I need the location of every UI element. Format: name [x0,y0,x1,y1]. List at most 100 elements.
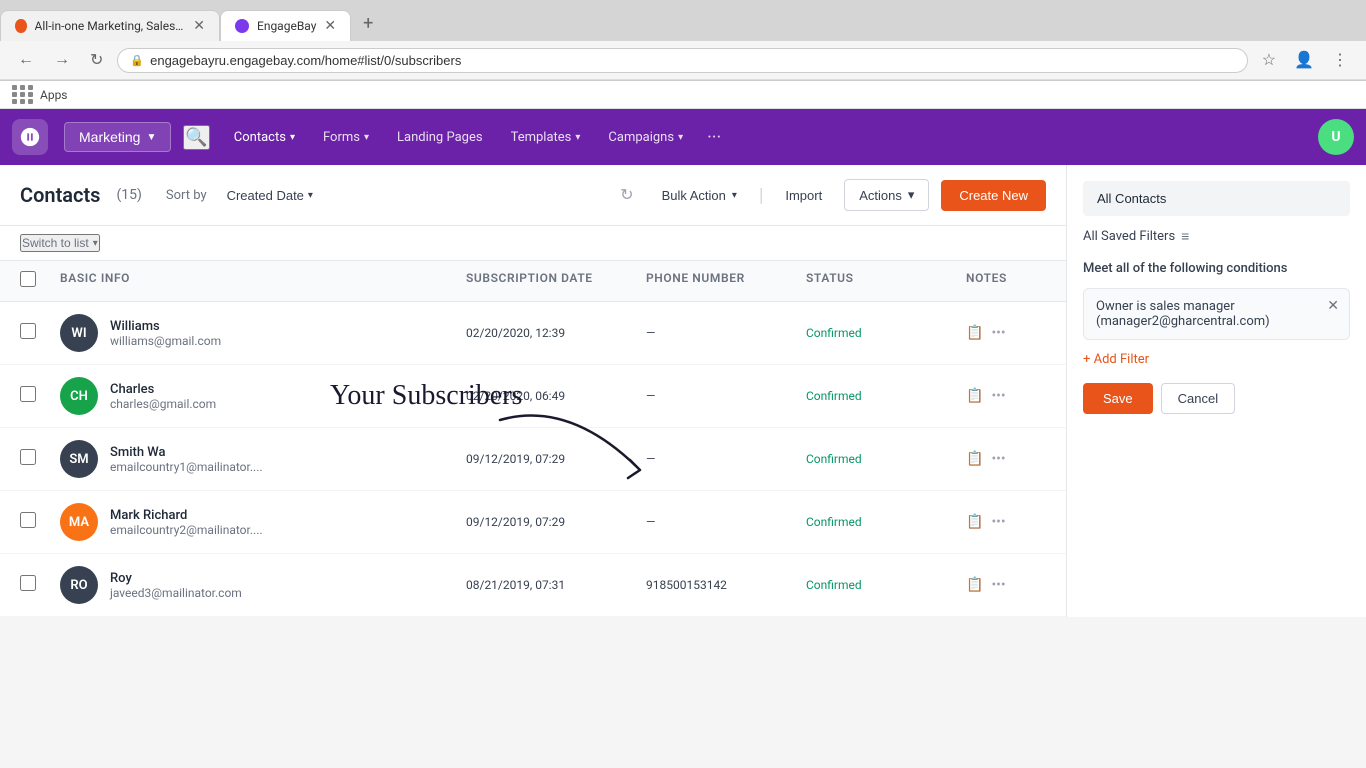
contact-info-2: SM Smith Wa emailcountry1@mailinator.... [60,440,466,478]
contact-phone-0: — [646,326,806,340]
col-basic-info: Basic Info [60,271,466,291]
save-filter-button[interactable]: Save [1083,383,1153,414]
col-phone-number: Phone Number [646,271,806,291]
back-button[interactable]: ← [12,49,40,71]
cancel-filter-button[interactable]: Cancel [1161,383,1235,414]
row-checkbox-4[interactable] [20,575,36,591]
tab-close-2[interactable]: ✕ [324,18,336,34]
nav-contacts[interactable]: Contacts ▾ [222,122,307,153]
contact-phone-4: 918500153142 [646,578,806,592]
nav-campaigns-label: Campaigns [608,130,674,145]
contact-phone-3: — [646,515,806,529]
bookmark-button[interactable]: ☆ [1256,47,1282,73]
contact-phone-1: — [646,389,806,403]
search-button[interactable]: 🔍 [183,125,209,150]
sort-date-button[interactable]: Created Date ▾ [219,184,321,207]
contact-date-3: 09/12/2019, 07:29 [466,515,646,529]
switch-chevron: ▾ [93,238,98,249]
contact-status-0: Confirmed [806,326,966,340]
contact-date-0: 02/20/2020, 12:39 [466,326,646,340]
contacts-header: Contacts (15) Sort by Created Date ▾ ↻ B… [0,165,1066,226]
contact-name-1: Charles [110,382,216,397]
apps-grid-icon [12,85,34,104]
select-all-checkbox[interactable] [20,271,36,287]
contact-notes-4: 📋 ••• [966,577,1046,593]
user-avatar[interactable]: U [1318,119,1354,155]
notes-icon-0: 📋 [966,325,983,341]
switch-bar: Switch to list ▾ [0,226,1066,261]
more-options-0[interactable]: ••• [991,325,1005,341]
row-checkbox-2[interactable] [20,449,36,465]
conditions-text: Meet all of the following conditions [1083,261,1350,276]
contact-info-4: RO Roy javeed3@mailinator.com [60,566,466,604]
table-body: WI Williams williams@gmail.com 02/20/202… [0,302,1066,617]
filter-close-button[interactable]: ✕ [1327,297,1339,314]
nav-landing-pages[interactable]: Landing Pages [385,122,495,153]
contacts-count: (15) [116,187,141,203]
contact-details-0: Williams williams@gmail.com [110,319,221,348]
row-checkbox-3[interactable] [20,512,36,528]
contact-email-3: emailcountry2@mailinator.... [110,523,263,537]
sort-value-label: Created Date [227,188,304,203]
actions-button[interactable]: Actions ▾ [844,179,929,211]
row-checkbox-1[interactable] [20,386,36,402]
contact-details-3: Mark Richard emailcountry2@mailinator...… [110,508,263,537]
profile-button[interactable]: 👤 [1288,47,1320,73]
tab-favicon-2 [235,19,249,33]
more-options-4[interactable]: ••• [991,577,1005,593]
refresh-button[interactable]: ↻ [614,179,639,211]
contact-notes-3: 📋 ••• [966,514,1046,530]
nav-forms[interactable]: Forms ▾ [311,122,381,153]
switch-to-list-button[interactable]: Switch to list ▾ [20,234,100,252]
contact-name-0: Williams [110,319,221,334]
nav-contacts-chevron: ▾ [290,132,295,143]
contact-info-3: MA Mark Richard emailcountry2@mailinator… [60,503,466,541]
table-row: RO Roy javeed3@mailinator.com 08/21/2019… [0,554,1066,617]
nav-templates[interactable]: Templates ▾ [499,122,593,153]
actions-chevron: ▾ [908,187,915,203]
bulk-action-button[interactable]: Bulk Action ▾ [652,182,747,209]
table-row: SM Smith Wa emailcountry1@mailinator....… [0,428,1066,491]
more-options-2[interactable]: ••• [991,451,1005,467]
apps-label[interactable]: Apps [40,88,68,102]
reload-button[interactable]: ↻ [84,48,109,72]
nav-more-button[interactable]: ··· [699,119,729,156]
tab-favicon-1 [15,19,27,33]
col-subscription-date: Subscription Date [466,271,646,291]
row-checkbox-0[interactable] [20,323,36,339]
filter-card: Owner is sales manager (manager2@gharcen… [1083,288,1350,340]
nav-campaigns[interactable]: Campaigns ▾ [596,122,695,153]
contact-name-4: Roy [110,571,242,586]
nav-campaigns-chevron: ▾ [678,132,683,143]
nav-links: Contacts ▾ Forms ▾ Landing Pages Templat… [222,119,1318,156]
browser-tab-2[interactable]: EngageBay ✕ [220,10,351,41]
tab-close-1[interactable]: ✕ [193,18,205,34]
contact-details-2: Smith Wa emailcountry1@mailinator.... [110,445,263,474]
filter-text: Owner is sales manager (manager2@gharcen… [1096,299,1270,329]
notes-icon-2: 📋 [966,451,983,467]
add-filter-button[interactable]: + Add Filter [1083,352,1350,367]
more-options-3[interactable]: ••• [991,514,1005,530]
notes-icon-1: 📋 [966,388,983,404]
sort-by-label: Sort by [166,188,207,203]
more-options-1[interactable]: ••• [991,388,1005,404]
contact-status-1: Confirmed [806,389,966,403]
create-new-button[interactable]: Create New [941,180,1046,211]
new-tab-button[interactable]: + [351,6,385,41]
header-divider: | [759,185,763,206]
forward-button[interactable]: → [48,49,76,71]
sort-chevron: ▾ [308,190,313,201]
all-contacts-button[interactable]: All Contacts [1083,181,1350,216]
lock-icon: 🔒 [130,54,144,67]
marketing-menu[interactable]: Marketing ▼ [64,122,171,152]
notes-icon-3: 📋 [966,514,983,530]
tab-label-1: All-in-one Marketing, Sales, Supp... [35,19,186,33]
app-logo[interactable] [12,119,48,155]
url-input[interactable] [150,53,1235,68]
table-row: WI Williams williams@gmail.com 02/20/202… [0,302,1066,365]
browser-tab-1[interactable]: All-in-one Marketing, Sales, Supp... ✕ [0,10,220,41]
contact-phone-2: — [646,452,806,466]
import-button[interactable]: Import [775,182,832,209]
menu-button[interactable]: ⋮ [1326,47,1354,73]
marketing-chevron: ▼ [146,132,156,143]
